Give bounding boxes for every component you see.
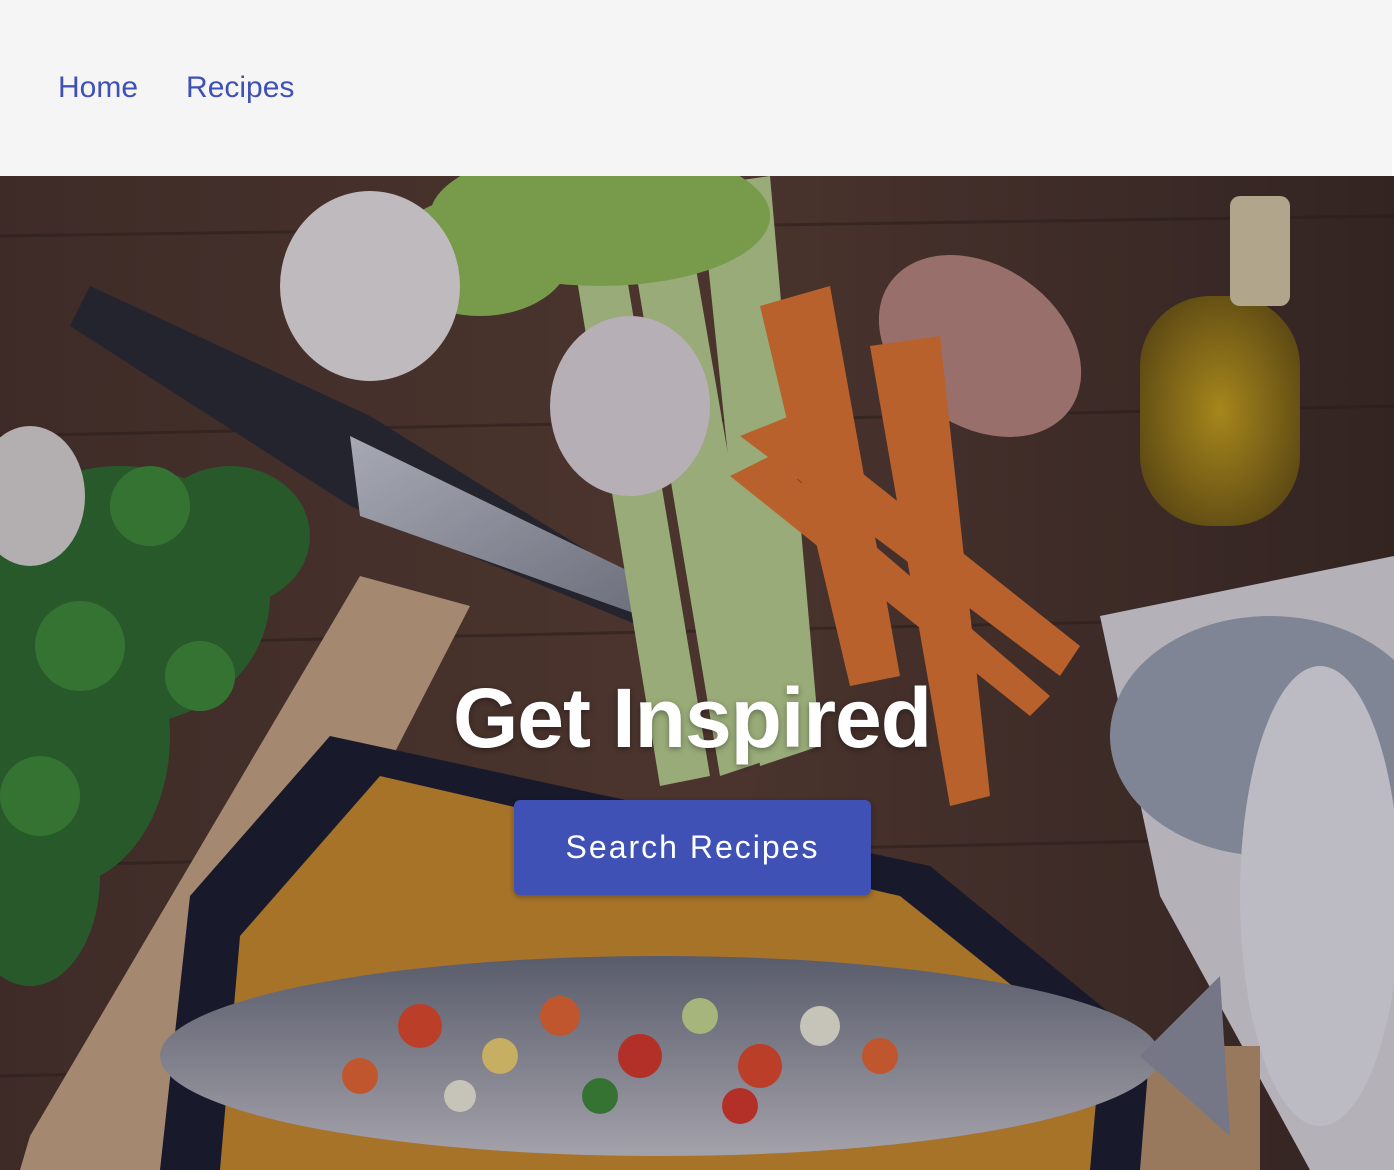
hero-banner: Get Inspired Search Recipes <box>0 176 1394 1170</box>
hero-title: Get Inspired <box>452 671 932 765</box>
nav-link-home[interactable]: Home <box>58 70 138 106</box>
top-navbar: Home Recipes <box>0 0 1392 176</box>
search-recipes-button[interactable]: Search Recipes <box>514 800 871 895</box>
nav-link-recipes[interactable]: Recipes <box>186 70 294 106</box>
